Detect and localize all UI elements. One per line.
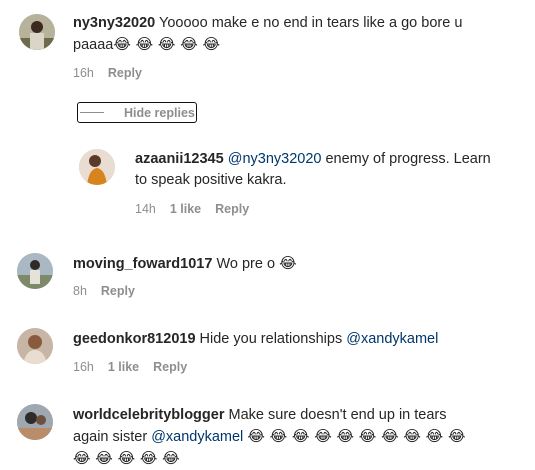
avatar[interactable]: [79, 149, 115, 185]
comment-body: enemy of progress. Learn: [325, 151, 491, 167]
comment-body-line2: again sister: [73, 429, 148, 445]
laughing-emoji-icon: 😂 😂 😂 😂 😂 😂 😂 😂 😂 😂: [247, 427, 466, 445]
comment-meta: 16h 1 like Reply: [73, 360, 187, 374]
comment-body: Make sure doesn't end up in tears: [228, 407, 447, 423]
laughing-emoji-icon: 😂 😂 😂 😂 😂: [113, 35, 221, 53]
comment-text: geedonkor812019 Hide you relationships @…: [73, 329, 523, 350]
comment-text: azaanii12345 @ny3ny32020 enemy of progre…: [135, 149, 525, 191]
hide-replies-label: Hide replies: [124, 105, 195, 120]
timestamp: 16h: [73, 360, 94, 374]
username[interactable]: azaanii12345: [135, 151, 224, 167]
avatar[interactable]: [17, 253, 53, 289]
laughing-emoji-icon: 😂: [279, 254, 297, 272]
hide-replies-button[interactable]: Hide replies: [77, 102, 197, 123]
mention-link[interactable]: @ny3ny32020: [228, 151, 322, 167]
timestamp: 16h: [73, 66, 94, 80]
comment-meta: 14h 1 like Reply: [135, 202, 249, 216]
username[interactable]: moving_foward1017: [73, 256, 212, 272]
timestamp: 8h: [73, 284, 87, 298]
comment-body-line2: paaaa: [73, 37, 114, 53]
comment-text: ny3ny32020 Yooooo make e no end in tears…: [73, 13, 523, 56]
reply-button[interactable]: Reply: [153, 360, 187, 374]
divider-line: [80, 112, 104, 113]
comment-body-line2: to speak positive kakra.: [135, 172, 287, 188]
comment-body: Yooooo make e no end in tears like a go …: [159, 15, 463, 31]
mention-link[interactable]: @xandykamel: [346, 331, 438, 347]
comment-text: moving_foward1017 Wo pre o 😂: [73, 253, 523, 275]
reply-button[interactable]: Reply: [215, 202, 249, 216]
likes-count[interactable]: 1 like: [108, 360, 139, 374]
comment-body: Hide you relationships: [199, 331, 343, 347]
reply-button[interactable]: Reply: [108, 66, 142, 80]
avatar[interactable]: [17, 404, 53, 440]
avatar[interactable]: [19, 14, 55, 50]
timestamp: 14h: [135, 202, 156, 216]
comment-body: Wo pre o: [216, 256, 276, 272]
username[interactable]: worldcelebrityblogger: [73, 407, 224, 423]
likes-count[interactable]: 1 like: [170, 202, 201, 216]
mention-link[interactable]: @xandykamel: [151, 429, 243, 445]
username[interactable]: geedonkor812019: [73, 331, 196, 347]
username[interactable]: ny3ny32020: [73, 15, 155, 31]
reply-button[interactable]: Reply: [101, 284, 135, 298]
comment-meta: 16h Reply: [73, 66, 142, 80]
comment-text: worldcelebrityblogger Make sure doesn't …: [73, 405, 528, 470]
comment-meta: 8h Reply: [73, 284, 135, 298]
avatar[interactable]: [17, 328, 53, 364]
